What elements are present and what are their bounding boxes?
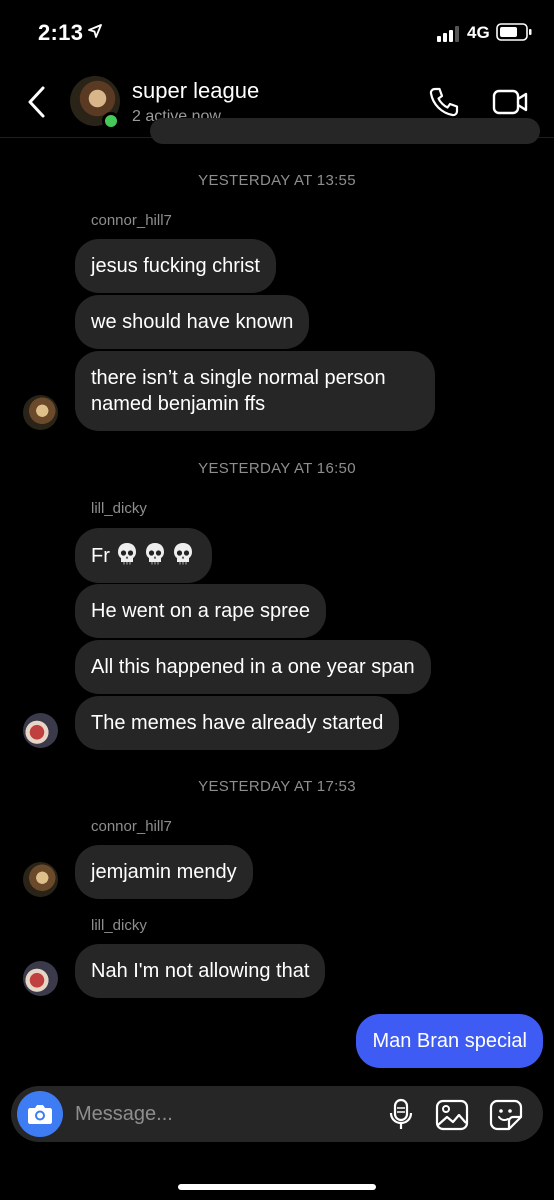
status-bar: 2:13 4G: [0, 0, 554, 66]
microphone-icon[interactable]: [387, 1098, 415, 1132]
status-time: 2:13: [38, 20, 84, 45]
skull-icon: [145, 543, 164, 565]
camera-button[interactable]: [17, 1091, 63, 1137]
previous-message-edge: [150, 118, 540, 144]
sender-name: lill_dicky: [91, 500, 147, 517]
timestamp: YESTERDAY AT 13:55: [198, 172, 356, 189]
message-bubble[interactable]: All this happened in a one year span: [75, 640, 431, 694]
message-bubble[interactable]: He went on a rape spree: [75, 584, 327, 638]
skull-icon: [117, 543, 136, 565]
camera-icon: [28, 1105, 52, 1124]
avatar[interactable]: [23, 961, 58, 996]
message-text: Fr: [91, 545, 110, 567]
sender-name: connor_hill7: [91, 818, 172, 835]
phone-call-icon[interactable]: [428, 86, 460, 118]
avatar[interactable]: [23, 713, 58, 748]
avatar[interactable]: [23, 395, 58, 430]
own-message-bubble[interactable]: Man Bran special: [356, 1014, 543, 1068]
message-bubble[interactable]: jesus fucking christ: [75, 239, 276, 293]
network-type: 4G: [467, 23, 490, 42]
skull-icon: [173, 543, 192, 565]
avatar[interactable]: [23, 862, 58, 897]
message-bubble[interactable]: Fr: [75, 528, 212, 583]
message-composer: [11, 1086, 543, 1142]
chat-title[interactable]: super league: [132, 78, 259, 104]
gallery-icon[interactable]: [435, 1099, 469, 1131]
message-input[interactable]: [75, 1099, 375, 1129]
location-arrow-icon: [88, 24, 102, 38]
home-indicator: [178, 1184, 376, 1190]
battery-icon: [496, 23, 532, 41]
message-bubble[interactable]: jemjamin mendy: [75, 845, 253, 899]
timestamp: YESTERDAY AT 17:53: [198, 778, 356, 795]
sticker-icon[interactable]: [489, 1099, 523, 1131]
message-bubble[interactable]: Nah I'm not allowing that: [75, 944, 326, 998]
timestamp: YESTERDAY AT 16:50: [198, 460, 356, 477]
message-bubble[interactable]: The memes have already started: [75, 696, 400, 750]
signal-icon: [437, 26, 459, 42]
back-chevron-icon[interactable]: [24, 84, 50, 120]
sender-name: connor_hill7: [91, 212, 172, 229]
online-indicator: [102, 112, 120, 130]
sender-name: lill_dicky: [91, 917, 147, 934]
message-bubble[interactable]: we should have known: [75, 295, 310, 349]
video-call-icon[interactable]: [492, 88, 528, 116]
message-bubble[interactable]: there isn’t a single normal person named…: [75, 351, 435, 431]
